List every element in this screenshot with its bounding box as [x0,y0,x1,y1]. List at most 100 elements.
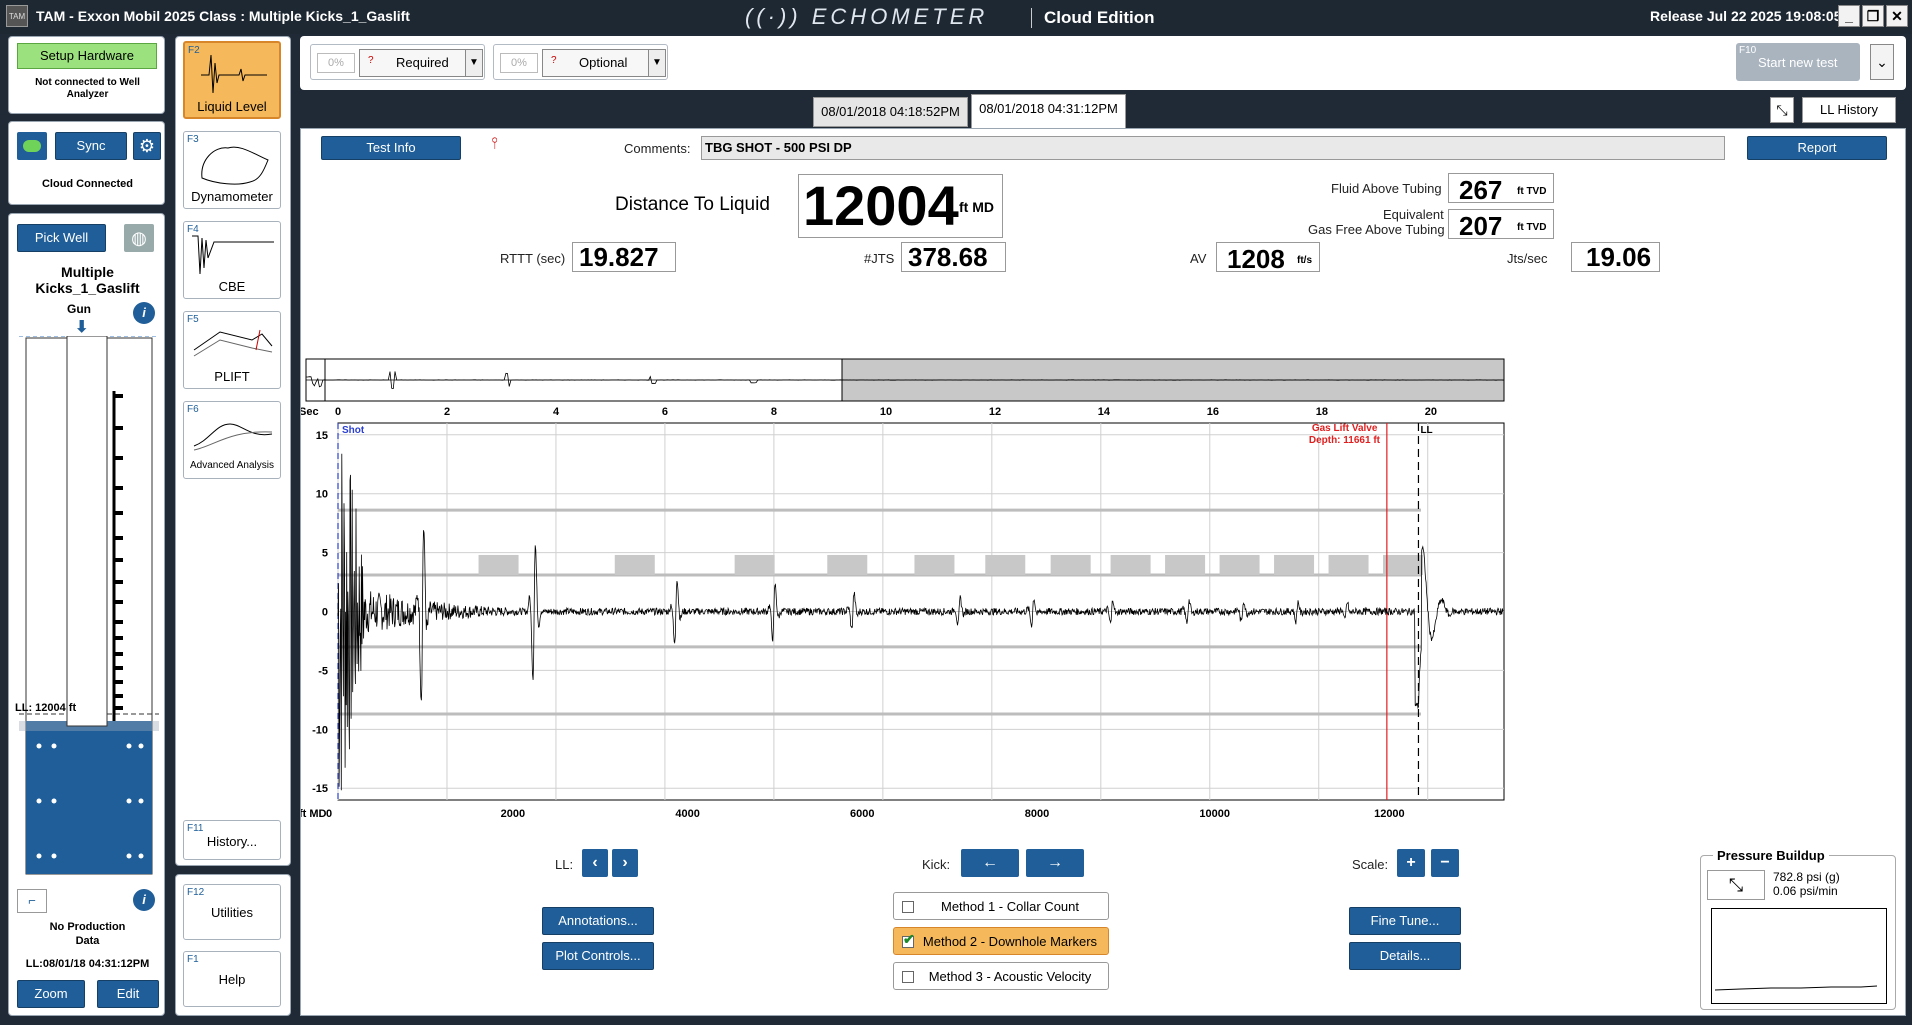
ll-nav-label: LL: [555,857,574,872]
tab-test-1[interactable]: 08/01/2018 04:18:52PM [813,97,968,127]
shot-label: Shot [342,425,365,436]
ll-history-button[interactable]: LL History [1802,97,1896,123]
liquid-level-label: LL [1420,425,1432,436]
av-value: 1208 [1227,244,1285,274]
ll-date: LL:08/01/18 04:31:12PM [25,958,150,970]
production-info-icon[interactable]: i [133,889,155,911]
pin-icon[interactable]: ⫯ [491,135,498,153]
globe-icon[interactable]: ◍ [124,224,154,252]
fkey-number: F11 [187,823,204,834]
restore-button[interactable]: ❐ [1862,5,1884,27]
hardware-status: Not connected to Well Analyzer [35,77,140,100]
fkey-number: F12 [187,887,205,898]
bottom-axis-label: ft MD [301,808,327,820]
utilities-button[interactable]: F12 Utilities [183,884,281,940]
cbe-icon [192,235,274,275]
setup-hardware-button[interactable]: Setup Hardware [17,43,157,69]
brand-logo: ((·)) ECHOMETER [745,4,989,29]
sync-button[interactable]: Sync [55,132,127,160]
window-title: TAM - Exxon Mobil 2025 Class : Multiple … [36,8,410,24]
expand-icon[interactable]: ⤡ [1770,97,1794,123]
production-status: No Production Data [49,921,126,947]
fine-tune-button[interactable]: Fine Tune... [1349,907,1461,935]
top-tick-label: 14 [1098,406,1111,418]
fkey-number: F2 [188,45,200,56]
close-button[interactable]: ✕ [1886,5,1908,27]
hardware-panel: Setup Hardware Not connected to Well Ana… [8,36,165,114]
collar-marker [1328,554,1369,575]
report-button[interactable]: Report [1747,136,1887,160]
required-button[interactable]: ? Required [359,49,467,77]
bottom-tick-label: 12000 [1374,808,1405,820]
acoustic-trace-chart[interactable]: Sec02468101214161820151050-5-10-15mVGas … [301,279,1905,839]
kick-next-button[interactable]: → [1026,849,1084,877]
cbe-button[interactable]: F4 CBE [183,221,281,299]
well-name: Multiple Kicks_1_Gaslift [35,264,140,296]
av-unit: ft/s [1297,255,1312,266]
top-tick-label: 8 [771,406,777,418]
bottom-tick-label: 2000 [501,808,525,820]
rttt-value: 19.827 [572,242,676,272]
collar-marker [1383,554,1424,575]
edit-button[interactable]: Edit [97,980,159,1008]
plift-button[interactable]: F5 PLIFT [183,311,281,389]
wellbore-diagram [19,336,159,875]
ll-prev-button[interactable]: ‹ [582,849,608,877]
zoom-button[interactable]: Zoom [17,980,85,1008]
minimize-button[interactable]: _ [1838,5,1860,27]
comments-label: Comments: [624,141,691,156]
advanced-analysis-button[interactable]: F6 Advanced Analysis [183,401,281,479]
help-button[interactable]: F1 Help [183,951,281,1007]
ll-next-button[interactable]: › [612,849,638,877]
collar-marker [914,554,955,575]
jtssec-label: Jts/sec [1507,251,1548,266]
collar-marker [1274,554,1315,575]
tab-test-2[interactable]: 08/01/2018 04:31:12PM [971,94,1126,129]
y-tick-label: 15 [316,430,328,442]
kick-prev-button[interactable]: ← [961,849,1019,877]
y-tick-label: 5 [322,548,328,560]
plot-controls-button[interactable]: Plot Controls... [542,942,654,970]
fkey-label: Dynamometer [191,189,273,204]
fkey-label: Liquid Level [197,99,267,114]
top-tick-label: 4 [553,406,560,418]
jts-label: #JTS [864,251,895,266]
test-info-button[interactable]: Test Info [321,136,461,160]
start-new-test-button[interactable]: F10 Start new test [1736,43,1860,81]
liquid-level-icon [201,54,267,94]
top-tick-label: 16 [1207,406,1219,418]
collar-marker [614,554,655,575]
fkey-label: Utilities [211,905,253,920]
liquid-level-button[interactable]: F2 Liquid Level [183,41,281,119]
expand-buildup-icon[interactable]: ⤡ [1707,870,1765,900]
bottom-tick-label: 10000 [1199,808,1230,820]
expand-chevron-icon[interactable]: ⌄ [1870,44,1894,80]
ll-depth-label: LL: 12004 ft [15,702,77,714]
required-dropdown-icon[interactable]: ▼ [465,49,483,77]
top-tick-label: 0 [335,406,341,418]
required-filter: 0% ? Required ▼ [310,44,485,80]
method-3-option[interactable]: Method 3 - Acoustic Velocity [893,962,1109,990]
buildup-rate: 0.06 psi/min [1773,884,1838,898]
collar-marker [478,554,519,575]
method-2-option[interactable]: ✔ Method 2 - Downhole Markers [893,927,1109,955]
info-icon[interactable]: i [133,302,155,324]
gear-icon[interactable]: ⚙ [133,132,161,160]
annotations-button[interactable]: Annotations... [542,907,654,935]
dynamometer-icon [201,146,269,185]
scale-up-button[interactable]: + [1397,849,1425,877]
details-button[interactable]: Details... [1349,942,1461,970]
scale-down-button[interactable]: − [1431,849,1459,877]
pick-well-button[interactable]: Pick Well [17,224,106,252]
edition-label: Cloud Edition [1044,8,1155,27]
optional-dropdown-icon[interactable]: ▼ [648,49,666,77]
top-tick-label: 10 [880,406,892,418]
history-button[interactable]: F11 History... [183,820,281,860]
production-chart-icon[interactable]: ⌐ [17,889,47,913]
optional-button[interactable]: ? Optional [542,49,650,77]
comments-field[interactable]: TBG SHOT - 500 PSI DP [701,136,1725,160]
dynamometer-button[interactable]: F3 Dynamometer [183,131,281,209]
top-tick-label: 20 [1425,406,1437,418]
method-1-option[interactable]: Method 1 - Collar Count [893,892,1109,920]
warning-icon: ? [368,55,374,66]
